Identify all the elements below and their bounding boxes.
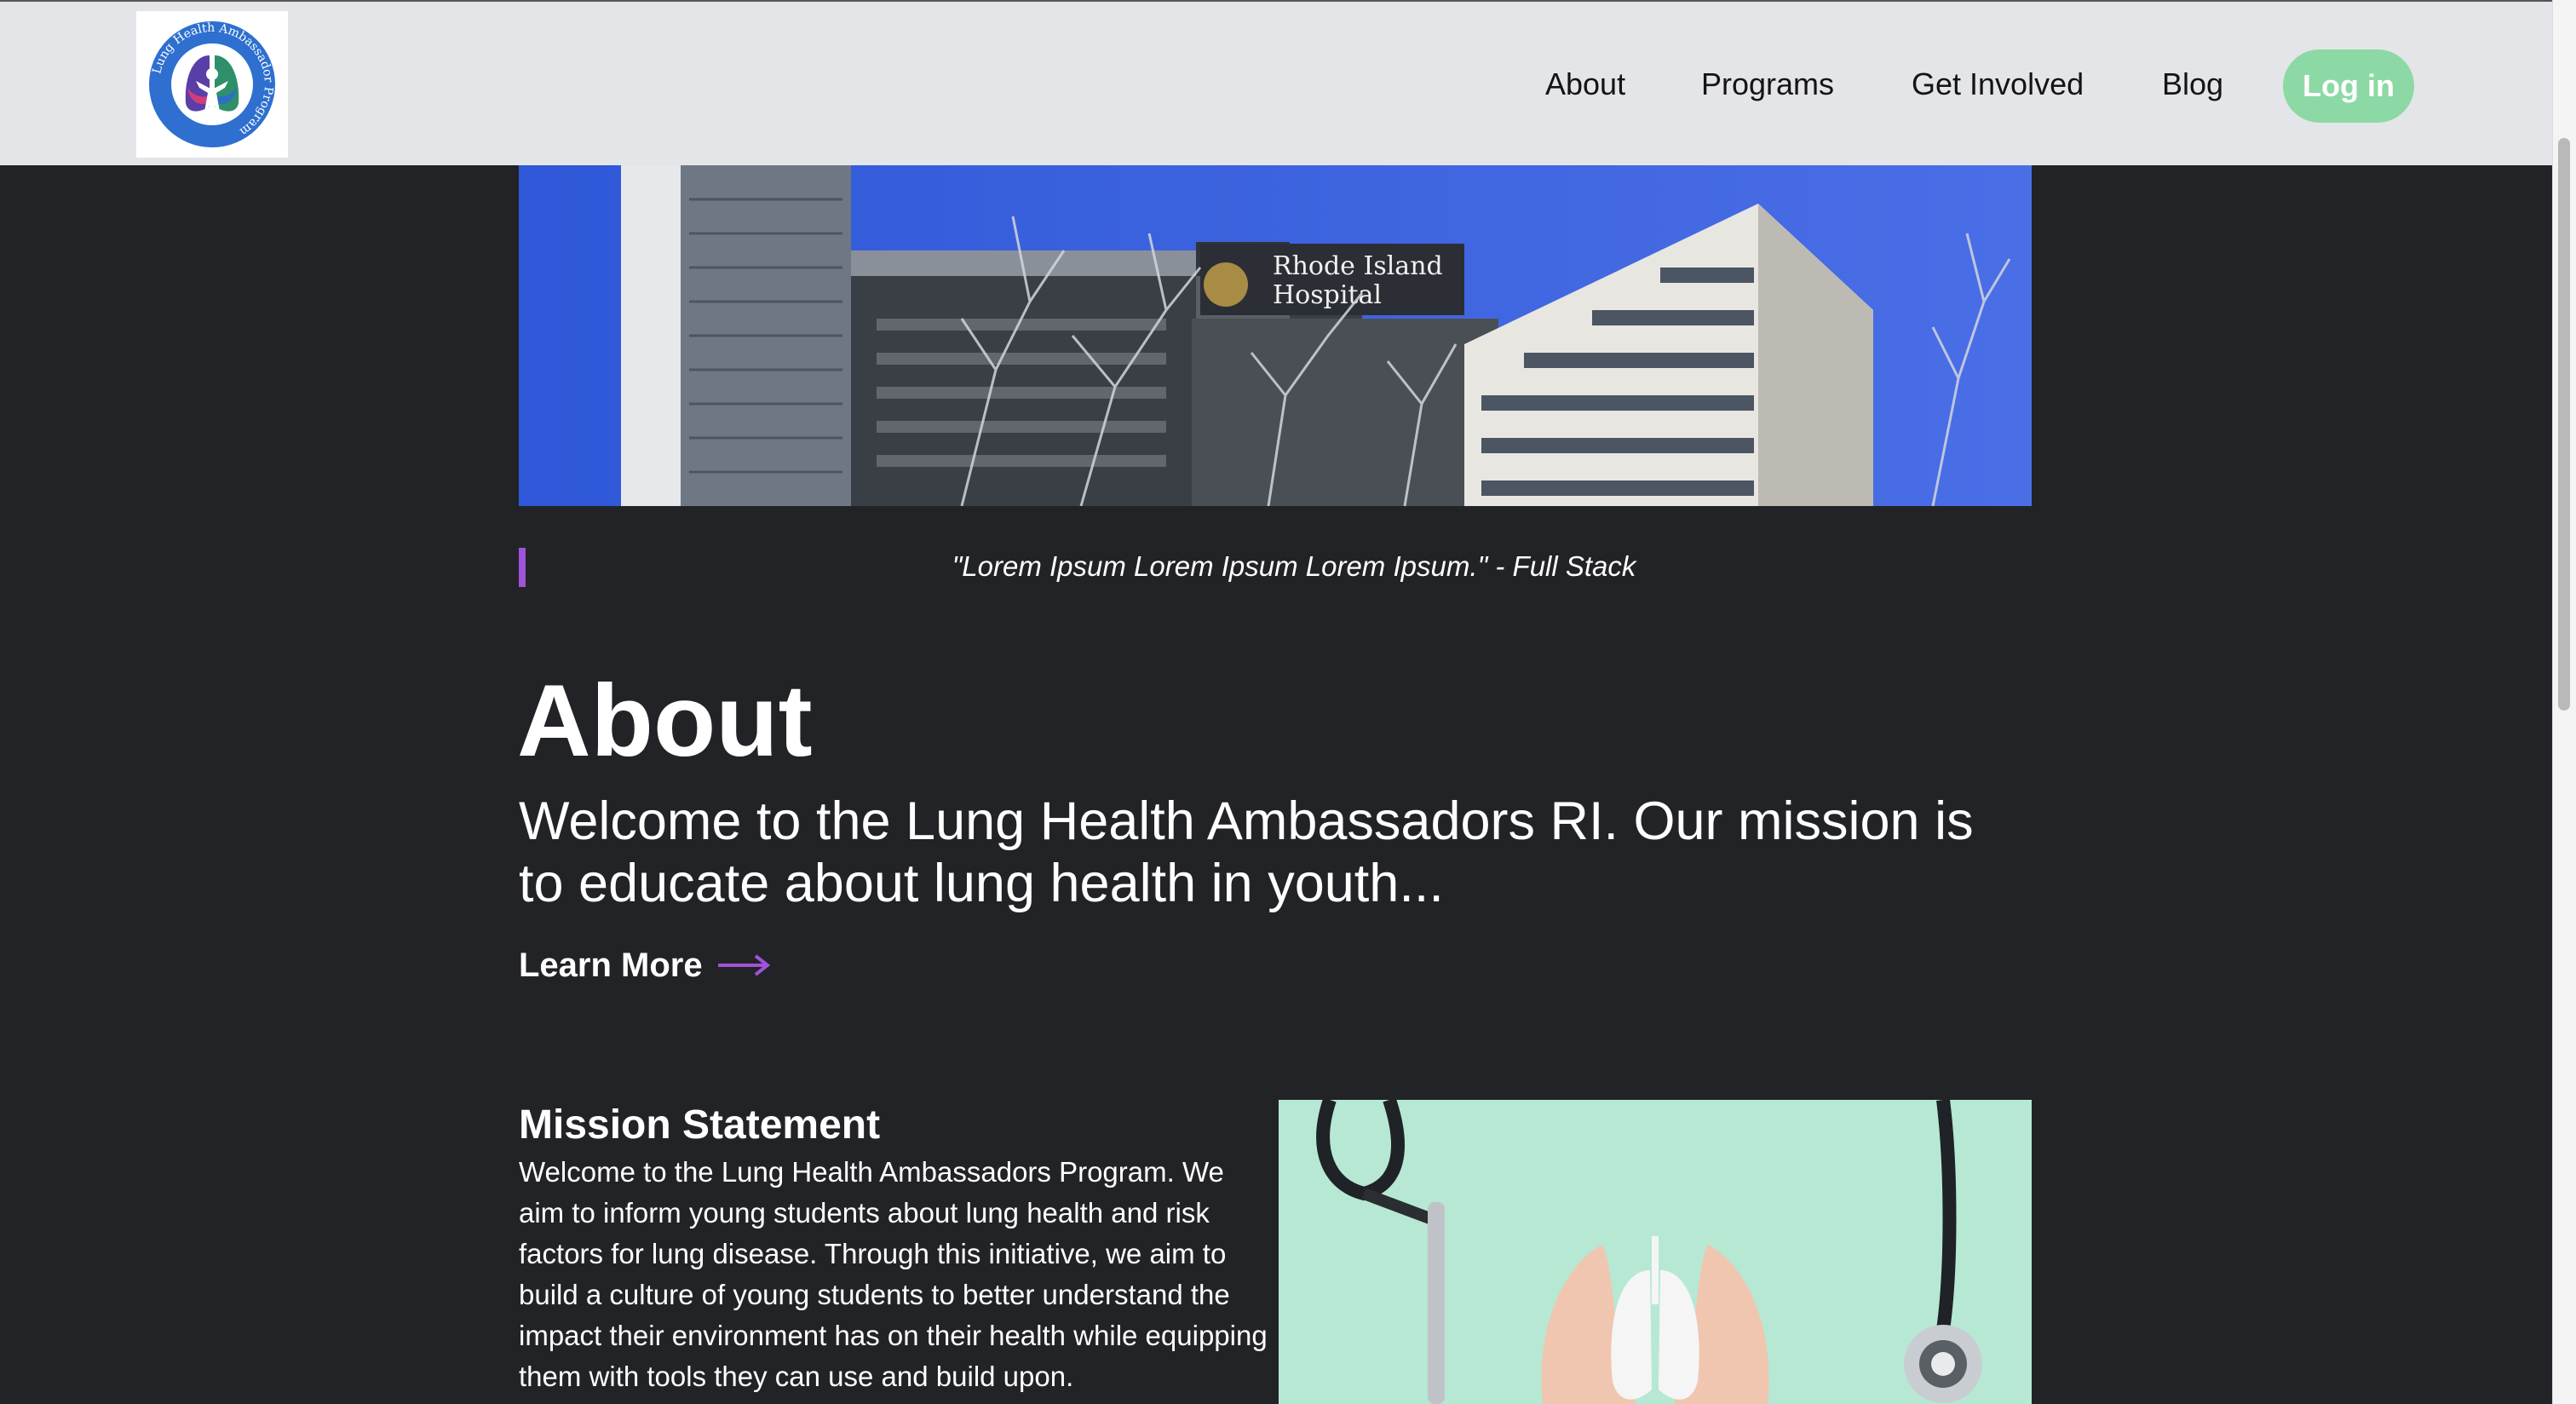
hero-image-hospital: Rhode Island Hospital <box>519 165 2032 506</box>
login-button[interactable]: Log in <box>2283 49 2414 123</box>
nav-blog-link[interactable]: Blog <box>2162 61 2223 107</box>
arrow-right-icon <box>718 954 771 976</box>
lungs-logo-icon: Lung Health Ambassador Program <box>149 21 275 147</box>
top-navbar: Lung Health Ambassador Program About Pro… <box>0 0 2552 165</box>
hospital-sign-line1: Rhode Island <box>1273 251 1443 281</box>
site-logo[interactable]: Lung Health Ambassador Program <box>136 11 288 158</box>
nav-get-involved-link[interactable]: Get Involved <box>1912 61 2084 107</box>
mission-statement-heading: Mission Statement <box>519 1102 881 1148</box>
about-lead-text: Welcome to the Lung Health Ambassadors R… <box>519 791 1974 913</box>
learn-more-label: Learn More <box>519 947 703 984</box>
scrollbar-thumb[interactable] <box>2558 138 2570 711</box>
nav-programs-link[interactable]: Programs <box>1701 61 1834 107</box>
learn-more-link[interactable]: Learn More <box>519 944 771 987</box>
hero-quote: "Lorem Ipsum Lorem Ipsum Lorem Ipsum." -… <box>952 550 1636 582</box>
page-scrollbar[interactable] <box>2552 0 2576 1404</box>
hospital-sign-line2: Hospital <box>1273 280 1382 310</box>
mission-image-lungs <box>1279 1100 2032 1404</box>
nav-about-link[interactable]: About <box>1545 61 1625 107</box>
about-heading: About <box>517 664 813 778</box>
mission-statement-text: Welcome to the Lung Health Ambassadors P… <box>519 1156 1268 1392</box>
